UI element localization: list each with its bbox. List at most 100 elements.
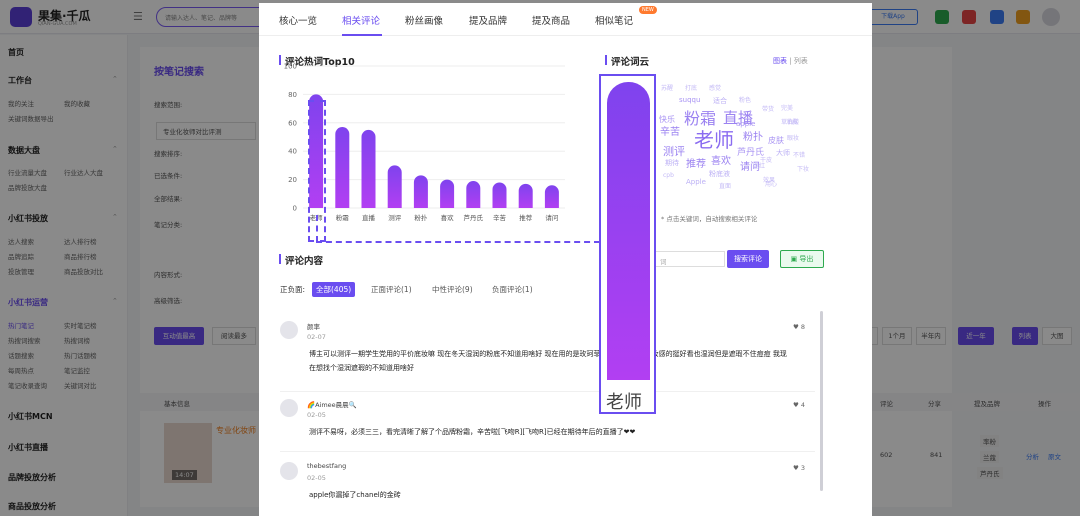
tab-comments[interactable]: 相关评论 xyxy=(342,13,380,27)
sentiment-label: 正负面: xyxy=(280,285,306,294)
comment-author[interactable]: 🌈Aimee晨晨🔍 xyxy=(307,399,357,409)
cloud-word[interactable]: 快乐 xyxy=(659,116,675,124)
cloud-word[interactable]: 带货 xyxy=(762,107,774,113)
scrollbar[interactable] xyxy=(820,311,823,491)
avatar xyxy=(280,462,298,480)
divider xyxy=(280,391,815,392)
comment-item: thebestfang 02-05 apple你漏掉了chanel的金砖 ♥ 3 xyxy=(280,462,815,512)
sentiment-neutral[interactable]: 中性评论(9) xyxy=(428,282,477,297)
comment-section-title: 评论内容 xyxy=(279,253,323,267)
comment-search-input[interactable]: 词 xyxy=(655,251,725,267)
bar-粉扑[interactable] xyxy=(413,175,428,208)
avatar xyxy=(280,321,298,339)
annotation-connector xyxy=(316,215,318,242)
comment-likes: ♥ 8 xyxy=(793,323,805,331)
comment-likes: ♥ 3 xyxy=(793,464,805,472)
bar-喜欢[interactable] xyxy=(440,179,455,208)
cloud-word[interactable]: 粉底液 xyxy=(709,171,730,178)
tab-similar-notes[interactable]: 相似笔记 xyxy=(595,13,633,27)
x-tick-label: 推荐 xyxy=(519,213,533,222)
like-count: 4 xyxy=(800,401,806,409)
cloud-word[interactable]: 皮肤 xyxy=(768,137,784,145)
cloud-word[interactable]: 不错 xyxy=(793,153,805,159)
comment-date: 02-07 xyxy=(307,333,326,341)
cloud-word[interactable]: suqqu xyxy=(679,97,700,104)
like-count: 3 xyxy=(800,464,806,472)
modal-tabs: 核心一览 相关评论 粉丝画像 提及品牌 提及商品 相似笔记 NEW xyxy=(259,3,872,36)
tab-overview[interactable]: 核心一览 xyxy=(279,13,317,27)
comment-item: 🌈Aimee晨晨🔍 02-05 测评不易呀，必须三三，看完清晰了解了个品牌粉霜，… xyxy=(280,399,815,452)
comment-author[interactable]: thebestfang xyxy=(307,462,346,470)
y-tick-label: 100 xyxy=(284,63,297,71)
note-detail-modal: 核心一览 相关评论 粉丝画像 提及品牌 提及商品 相似笔记 NEW 评论热词To… xyxy=(259,3,872,516)
cloud-word[interactable]: 老师 xyxy=(694,130,734,150)
cloud-word[interactable]: cpb xyxy=(663,173,674,179)
cloud-word[interactable]: 粉色 xyxy=(739,98,751,104)
x-tick-label: 粉霜 xyxy=(336,213,350,222)
cloud-word[interactable]: 喜欢 xyxy=(711,157,731,167)
comment-text: apple你漏掉了chanel的金砖 xyxy=(309,491,401,499)
tab-underline xyxy=(342,34,382,36)
y-tick-label: 20 xyxy=(288,176,297,184)
cloud-word[interactable]: 下妆 xyxy=(797,167,809,173)
heart-icon: ♥ xyxy=(793,323,801,331)
bar-辛苦[interactable] xyxy=(492,182,507,208)
avatar xyxy=(280,399,298,417)
app-root: 果集·千瓜 QIAN-GUA.COM ☰ 请输入达人、笔记、品牌等 下载App … xyxy=(0,0,1080,516)
y-tick-label: 80 xyxy=(288,91,297,99)
cloud-word[interactable]: 苏醒 xyxy=(661,86,673,92)
y-tick-label: 0 xyxy=(293,205,297,213)
sentiment-positive[interactable]: 正面评论(1) xyxy=(367,282,416,297)
bar-测评[interactable] xyxy=(387,165,402,208)
cloud-word[interactable]: 辛苦 xyxy=(660,128,680,138)
comment-likes: ♥ 4 xyxy=(793,401,805,409)
cloud-chart-tab[interactable]: 图表 xyxy=(773,57,787,65)
x-tick-label: 请问 xyxy=(545,213,558,222)
cloud-view-tabs: 图表 | 列表 xyxy=(773,57,808,65)
comment-date: 02-05 xyxy=(307,474,326,482)
tab-products[interactable]: 提及商品 xyxy=(532,13,570,27)
bar-粉霜[interactable] xyxy=(335,127,350,208)
cloud-word[interactable]: 打底 xyxy=(685,86,697,92)
cloud-word[interactable]: 粉霜 xyxy=(684,111,716,127)
x-tick-label: 辛苦 xyxy=(493,213,507,222)
bar-推荐[interactable] xyxy=(518,183,533,208)
tab-brands[interactable]: 提及品牌 xyxy=(469,13,507,27)
cloud-word[interactable]: Apple xyxy=(686,179,706,186)
cloud-word[interactable]: 感觉 xyxy=(709,86,721,92)
cloud-word[interactable]: 测评 xyxy=(663,146,685,157)
cloud-word[interactable]: 眼妆 xyxy=(787,136,799,142)
x-tick-label: 直播 xyxy=(362,213,376,222)
bar-芦丹氏[interactable] xyxy=(466,181,481,208)
export-button[interactable]: ▣ 导出 xyxy=(780,250,824,268)
comment-author[interactable]: 颜率 xyxy=(307,321,320,331)
cloud-word[interactable]: apple xyxy=(736,121,755,128)
cloud-word[interactable]: 效果 xyxy=(763,178,775,184)
cloud-list-tab[interactable]: 列表 xyxy=(794,57,808,65)
cloud-word[interactable]: 期待 xyxy=(665,160,679,167)
cloud-word[interactable]: 适合 xyxy=(713,98,727,105)
divider xyxy=(280,451,815,452)
annotation-connector xyxy=(316,241,600,243)
cloud-word[interactable]: 大师 xyxy=(776,150,790,157)
x-tick-label: 喜欢 xyxy=(441,213,455,222)
zoomed-top-bar xyxy=(607,82,650,380)
x-tick-label: 测评 xyxy=(388,214,402,222)
bar-请问[interactable] xyxy=(544,185,559,208)
like-count: 8 xyxy=(800,323,806,331)
cloud-word[interactable]: 粉扑 xyxy=(743,133,763,143)
heart-icon: ♥ xyxy=(793,464,801,472)
sentiment-all[interactable]: 全部(405) xyxy=(312,282,356,297)
cloud-word[interactable]: 直面 xyxy=(719,184,731,190)
cloud-word[interactable]: 推荐 xyxy=(686,160,706,170)
bar-直播[interactable] xyxy=(361,129,376,208)
sentiment-negative[interactable]: 负面评论(1) xyxy=(488,282,537,297)
y-tick-label: 60 xyxy=(288,119,297,127)
cloud-word[interactable]: 草伯酸 xyxy=(781,120,799,126)
tab-fans[interactable]: 粉丝画像 xyxy=(405,13,443,27)
cloud-hint: * 点击关键词，自动搜索相关评论 xyxy=(661,215,758,223)
cloud-title: 评论词云 xyxy=(605,54,649,68)
cloud-word[interactable]: 完美 xyxy=(781,106,793,112)
comment-search-button[interactable]: 搜索评论 xyxy=(727,250,769,268)
cloud-word[interactable]: 腮红 xyxy=(753,164,765,170)
